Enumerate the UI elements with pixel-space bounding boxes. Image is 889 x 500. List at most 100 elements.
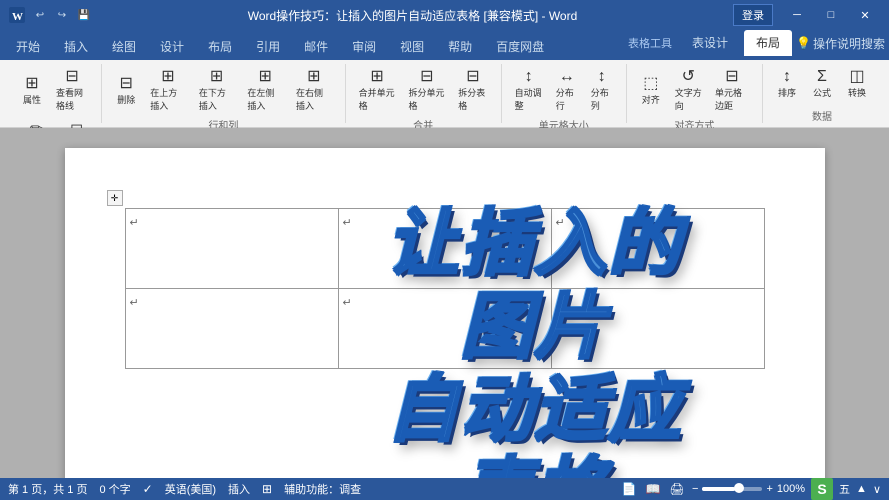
dist-rows-btn[interactable]: ↔ 分布行 xyxy=(551,64,583,115)
cell-return: ↵ xyxy=(343,297,352,309)
split-table-btn[interactable]: ⊟ 拆分表格 xyxy=(453,64,492,115)
table-cell-1-2[interactable]: ↵ xyxy=(551,289,764,369)
dist-cols-icon: ↕ xyxy=(598,67,606,86)
ribbon-toolbar: ⊞ 属性 ⊟ 查看网格线 ✏ 绘制表格 ◻ 橡皮擦 表 ⊟ 删除 xyxy=(0,60,889,128)
align-btn[interactable]: ⬚ 对齐 xyxy=(635,71,667,109)
convert-btn[interactable]: ◫ 转换 xyxy=(841,64,873,102)
insert-below-label: 在下方插入 xyxy=(199,86,235,112)
tab-table-layout[interactable]: 布局 xyxy=(744,30,792,56)
insert-left-btn[interactable]: ⊞ 在左侧插入 xyxy=(242,64,288,115)
toolbar-row-data: ↕ 排序 Σ 公式 ◫ 转换 xyxy=(771,64,873,102)
autofit-btn[interactable]: ↕ 自动调整 xyxy=(510,64,548,115)
tab-insert[interactable]: 插入 xyxy=(52,34,100,60)
cell-return: ↵ xyxy=(556,217,565,229)
table-cell-0-2[interactable]: ↵ xyxy=(551,209,764,289)
convert-label: 转换 xyxy=(848,86,866,99)
toolbar-group-data: ↕ 排序 Σ 公式 ◫ 转换 数据 xyxy=(763,64,881,123)
split-table-label: 拆分表格 xyxy=(458,86,487,112)
status-bar: 第 1 页，共 1 页 0 个字 ✓ 英语(美国) 插入 ⊞ 辅助功能：调查 📄… xyxy=(0,478,889,500)
sort-btn[interactable]: ↕ 排序 xyxy=(771,64,803,102)
view-normal-icon[interactable]: 📄 xyxy=(620,480,638,498)
cell-margin-icon: ⊟ xyxy=(725,67,738,86)
document-area: ✛ ↵ ↵ ↵ ↵ ↵ ↵ ↵ 让插入的 图片 自动适应 表格 xyxy=(0,128,889,478)
properties-icon: ⊞ xyxy=(25,74,38,93)
table-cell-1-0[interactable]: ↵ xyxy=(125,289,338,369)
split-cells-btn[interactable]: ⊟ 拆分单元格 xyxy=(403,64,450,115)
macro-icon: ⊞ xyxy=(262,482,272,496)
minimize-button[interactable]: ─ xyxy=(781,5,813,25)
close-button[interactable]: ✕ xyxy=(849,5,881,25)
delete-btn[interactable]: ⊟ 删除 xyxy=(110,71,142,109)
maximize-button[interactable]: □ xyxy=(815,5,847,25)
delete-icon: ⊟ xyxy=(120,74,133,93)
search-label: 操作说明搜索 xyxy=(813,35,885,52)
view-read-icon[interactable]: 📖 xyxy=(644,480,662,498)
insert-above-btn[interactable]: ⊞ 在上方插入 xyxy=(145,64,191,115)
zoom-minus[interactable]: − xyxy=(692,483,698,495)
tab-review[interactable]: 审阅 xyxy=(340,34,388,60)
table-cell-0-1[interactable]: ↵ xyxy=(338,209,551,289)
quick-save-btn[interactable]: 💾 xyxy=(76,7,92,23)
dist-cols-btn[interactable]: ↕ 分布列 xyxy=(586,64,618,115)
insert-mode[interactable]: 插入 xyxy=(228,481,250,497)
zoom-slider[interactable] xyxy=(702,487,762,491)
autofit-icon: ↕ xyxy=(525,67,533,86)
formula-btn[interactable]: Σ 公式 xyxy=(806,64,838,102)
zoom-thumb[interactable] xyxy=(734,483,744,493)
view-print-icon[interactable]: 🖨 xyxy=(668,480,686,498)
toolbar-row-table: ⊞ 属性 ⊟ 查看网格线 xyxy=(16,64,93,115)
gridlines-icon: ⊟ xyxy=(65,67,78,86)
tab-design[interactable]: 设计 xyxy=(148,34,196,60)
toolbar-row-align: ⬚ 对齐 ↺ 文字方向 ⊟ 单元格边距 xyxy=(635,64,754,115)
zoom-fill xyxy=(702,487,735,491)
split-cells-label: 拆分单元格 xyxy=(408,86,445,112)
insert-above-label: 在上方插入 xyxy=(150,86,186,112)
insert-below-btn[interactable]: ⊞ 在下方插入 xyxy=(194,64,240,115)
toolbar-row-cellsize: ↕ 自动调整 ↔ 分布行 ↕ 分布列 xyxy=(510,64,618,115)
text-dir-btn[interactable]: ↺ 文字方向 xyxy=(670,64,707,115)
cell-margin-btn[interactable]: ⊟ 单元格边距 xyxy=(710,64,754,115)
document-table[interactable]: ↵ ↵ ↵ ↵ ↵ ↵ xyxy=(125,208,765,369)
tab-home[interactable]: 开始 xyxy=(4,34,52,60)
tab-view[interactable]: 视图 xyxy=(388,34,436,60)
tab-draw[interactable]: 绘图 xyxy=(100,34,148,60)
insert-right-btn[interactable]: ⊞ 在右侧插入 xyxy=(291,64,337,115)
tab-mailings[interactable]: 邮件 xyxy=(292,34,340,60)
title-bar-right: 登录 ─ □ ✕ xyxy=(733,4,881,26)
tab-layout-doc[interactable]: 布局 xyxy=(196,34,244,60)
search-area[interactable]: 💡 操作说明搜索 xyxy=(796,35,885,52)
table-cell-1-1[interactable]: ↵ xyxy=(338,289,551,369)
table-move-handle[interactable]: ✛ xyxy=(107,190,123,206)
accessibility: 辅助功能：调查 xyxy=(284,481,361,497)
undo-btn[interactable]: ↩ xyxy=(32,7,48,23)
insert-right-label: 在右侧插入 xyxy=(296,86,332,112)
cell-margin-label: 单元格边距 xyxy=(715,86,749,112)
formula-label: 公式 xyxy=(813,86,831,99)
login-button[interactable]: 登录 xyxy=(733,4,773,26)
convert-icon: ◫ xyxy=(849,67,864,86)
page-count: 第 1 页，共 1 页 xyxy=(8,481,87,497)
toolbar-group-cellsize: ↕ 自动调整 ↔ 分布行 ↕ 分布列 单元格大小 xyxy=(502,64,627,123)
tab-baidu[interactable]: 百度网盘 xyxy=(484,34,556,60)
zoom-plus[interactable]: + xyxy=(766,483,772,495)
zoom-level: 100% xyxy=(777,483,805,495)
tab-references[interactable]: 引用 xyxy=(244,34,292,60)
tab-help[interactable]: 帮助 xyxy=(436,34,484,60)
gridlines-label: 查看网格线 xyxy=(56,86,88,112)
dist-rows-icon: ↔ xyxy=(559,67,575,86)
tray-icon-1: 五 xyxy=(839,481,850,497)
sort-label: 排序 xyxy=(778,86,796,99)
toolbar-group-table: ⊞ 属性 ⊟ 查看网格线 ✏ 绘制表格 ◻ 橡皮擦 表 xyxy=(8,64,102,123)
tray-icon-3: ∨ xyxy=(873,483,881,496)
data-group-label: 数据 xyxy=(812,108,832,123)
cell-return: ↵ xyxy=(556,297,565,309)
split-table-icon: ⊟ xyxy=(466,67,479,86)
gridlines-btn[interactable]: ⊟ 查看网格线 xyxy=(51,64,93,115)
merge-cells-btn[interactable]: ⊞ 合并单元格 xyxy=(354,64,401,115)
properties-btn[interactable]: ⊞ 属性 xyxy=(16,71,48,109)
tab-table-design[interactable]: 表设计 xyxy=(680,30,740,56)
document-page[interactable]: ✛ ↵ ↵ ↵ ↵ ↵ ↵ ↵ 让插入的 图片 自动适应 表格 xyxy=(65,148,825,478)
redo-btn[interactable]: ↪ xyxy=(54,7,70,23)
table-cell-0-0[interactable]: ↵ xyxy=(125,209,338,289)
title-bar: W ↩ ↪ 💾 Word操作技巧：让插入的图片自动适应表格 [兼容模式] - W… xyxy=(0,0,889,30)
